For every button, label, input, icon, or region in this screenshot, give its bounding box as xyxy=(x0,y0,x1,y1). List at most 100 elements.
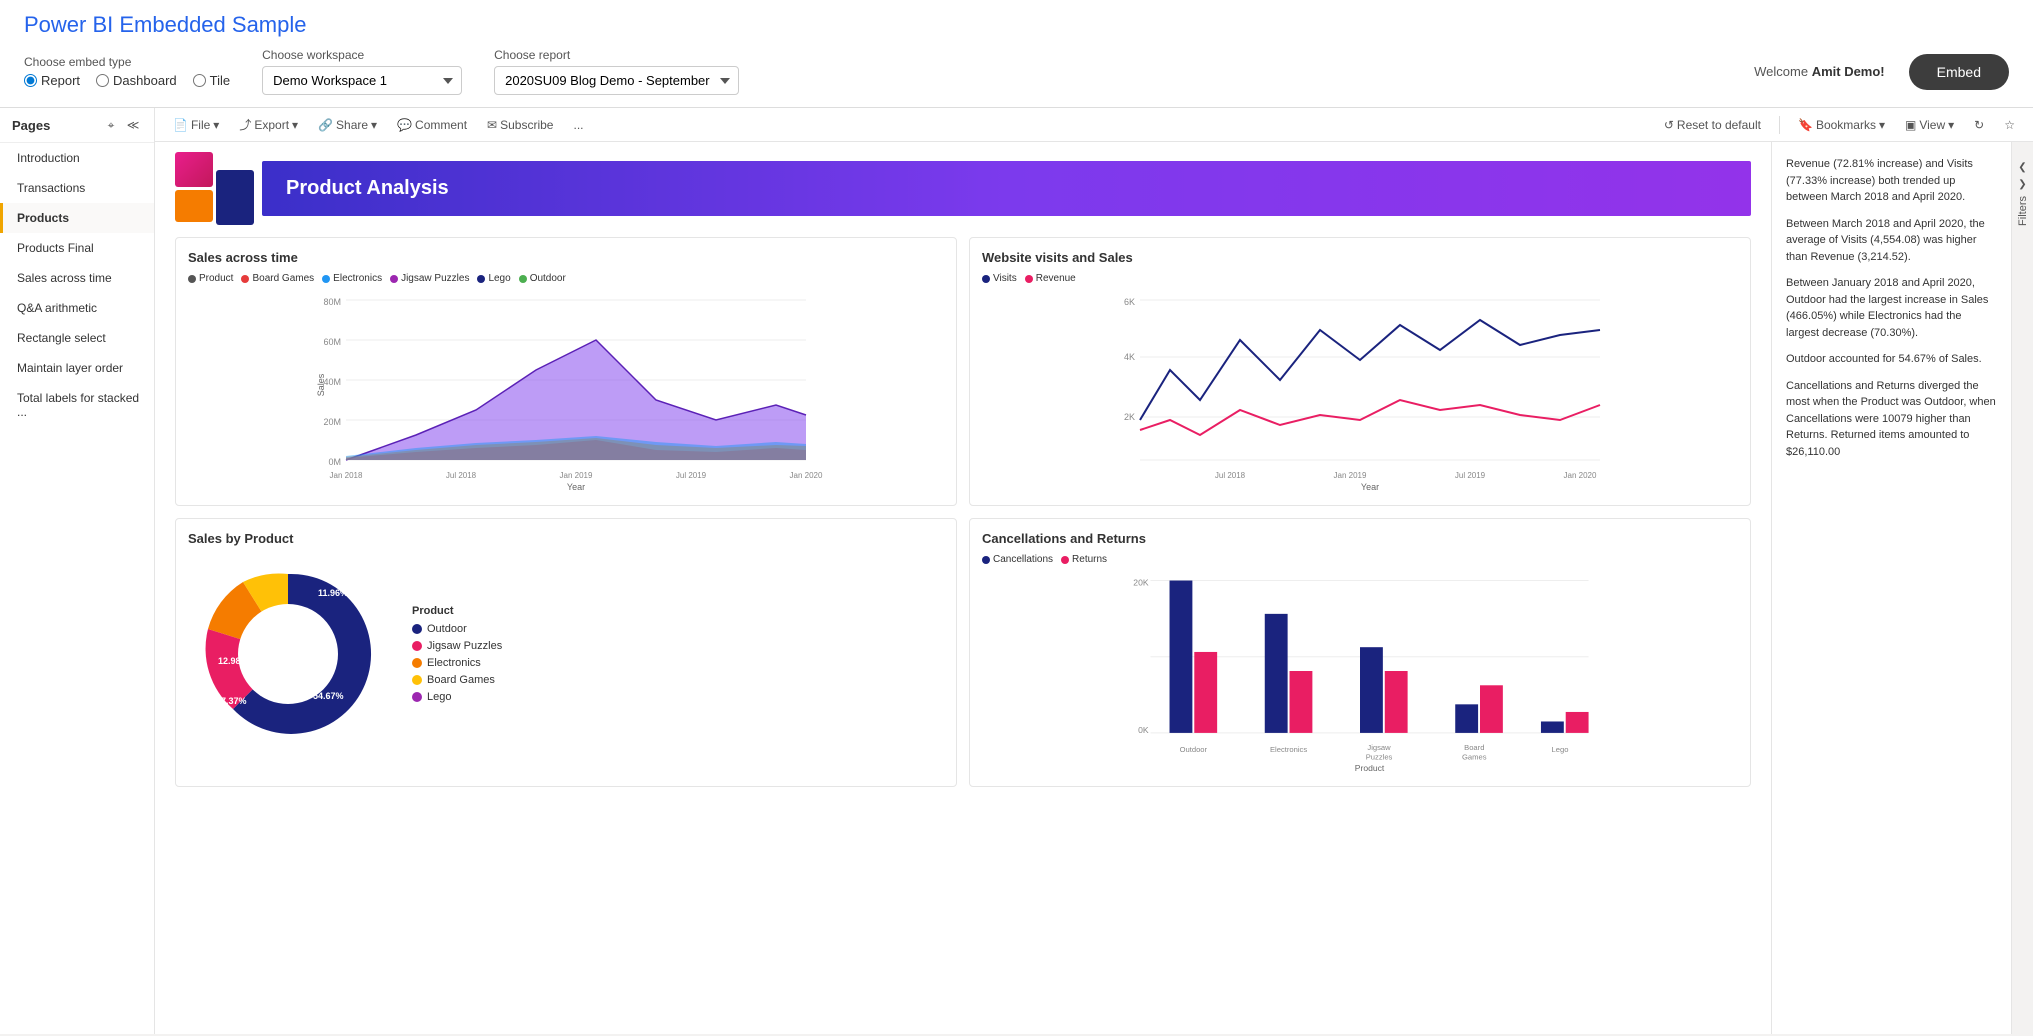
embed-type-left: Choose embed type Report Dashboard Tile xyxy=(24,48,739,95)
board-games-label: Board Games xyxy=(427,674,495,686)
bar-outdoor-cancel xyxy=(1170,581,1193,733)
reset-label: Reset to default xyxy=(1677,118,1761,132)
legend-electronics-label: Electronics xyxy=(333,273,382,284)
more-button[interactable]: ... xyxy=(567,114,589,136)
report-area: 📄 File ▾ ⤴ Export ▾ 🔗 Share ▾ 💬 Comment … xyxy=(155,108,2033,1034)
svg-text:Jan 2019: Jan 2019 xyxy=(1334,471,1367,480)
lego-dot xyxy=(412,692,422,702)
cancellations-chart: Cancellations and Returns Cancellations … xyxy=(969,518,1751,787)
share-button[interactable]: 🔗 Share ▾ xyxy=(312,114,383,136)
visits-legend: Visits Revenue xyxy=(982,273,1738,284)
radio-tile-input[interactable] xyxy=(193,74,206,87)
svg-text:0M: 0M xyxy=(328,457,341,467)
sales-chart-title: Sales across time xyxy=(188,250,944,265)
sidebar-item-total-labels[interactable]: Total labels for stacked ... xyxy=(0,383,154,427)
bar-boardgames-return xyxy=(1480,685,1503,733)
report-inner: Product Analysis Sales across time Produ… xyxy=(155,142,1771,1034)
product-analysis-header: Product Analysis xyxy=(262,161,1751,216)
view-button[interactable]: ▣ View ▾ xyxy=(1899,114,1960,136)
comment-label: Comment xyxy=(415,118,467,132)
bar-outdoor-return xyxy=(1194,652,1217,733)
bookmarks-chevron: ▾ xyxy=(1879,118,1885,132)
board-games-dot xyxy=(412,675,422,685)
file-chevron: ▾ xyxy=(213,118,219,132)
website-visits-chart: Website visits and Sales Visits Revenue xyxy=(969,237,1751,506)
embed-type-section: Choose embed type Report Dashboard Tile xyxy=(24,55,230,88)
svg-text:40M: 40M xyxy=(323,377,341,387)
visits-svg: 6K 4K 2K xyxy=(982,290,1738,490)
bar-lego-return xyxy=(1566,712,1589,733)
legend-electronics: Electronics xyxy=(412,657,502,669)
filters-panel[interactable]: ❮ ❯ Filters xyxy=(2011,142,2033,1034)
refresh-button[interactable]: ↻ xyxy=(1968,114,1990,136)
legend-outdoor: Outdoor xyxy=(412,623,502,635)
top-right: Welcome Amit Demo! Embed xyxy=(1754,54,2009,90)
sidebar-item-introduction[interactable]: Introduction xyxy=(0,143,154,173)
sidebar-item-products[interactable]: Products xyxy=(0,203,154,233)
subscribe-button[interactable]: ✉ Subscribe xyxy=(481,114,559,136)
legend-product: Product xyxy=(188,273,233,284)
sidebar-item-rectangle-select[interactable]: Rectangle select xyxy=(0,323,154,353)
comment-button[interactable]: 💬 Comment xyxy=(391,114,473,136)
bar-lego-cancel xyxy=(1541,721,1564,732)
sidebar-item-introduction-label: Introduction xyxy=(17,151,80,165)
sidebar-item-maintain-layer-order[interactable]: Maintain layer order xyxy=(0,353,154,383)
svg-text:4K: 4K xyxy=(1124,352,1135,362)
radio-report-input[interactable] xyxy=(24,74,37,87)
export-button[interactable]: ⤴ Export ▾ xyxy=(233,112,304,137)
cancellations-dot xyxy=(982,556,990,564)
embed-button[interactable]: Embed xyxy=(1909,54,2009,90)
workspace-select[interactable]: Demo Workspace 1 xyxy=(262,66,462,95)
legend-jigsaw-label: Jigsaw Puzzles xyxy=(401,273,469,284)
radio-tile[interactable]: Tile xyxy=(193,73,230,88)
svg-text:54.67%: 54.67% xyxy=(313,691,344,701)
legend-product-label: Product xyxy=(199,273,233,284)
svg-text:0K: 0K xyxy=(1138,725,1149,735)
bookmark-icon: 🔖 xyxy=(1798,118,1813,132)
sidebar-item-products-label: Products xyxy=(17,211,69,225)
sidebar-item-qa-arithmetic[interactable]: Q&A arithmetic xyxy=(0,293,154,323)
legend-jigsaw: Jigsaw Puzzles xyxy=(412,640,502,652)
svg-text:Jan 2020: Jan 2020 xyxy=(790,471,823,480)
cursor-icon[interactable]: ⌖ xyxy=(102,116,120,134)
sidebar-item-rectangle-select-label: Rectangle select xyxy=(17,331,106,345)
sidebar-item-transactions[interactable]: Transactions xyxy=(0,173,154,203)
report-title: Product Analysis xyxy=(286,177,449,199)
cancellations-title: Cancellations and Returns xyxy=(982,531,1738,546)
export-icon: ⤴ xyxy=(239,116,251,133)
insight-4: Outdoor accounted for 54.67% of Sales. xyxy=(1786,351,1997,368)
svg-text:Lego: Lego xyxy=(1552,745,1569,754)
sidebar-icons: ⌖ ≪ xyxy=(102,116,142,134)
star-icon: ☆ xyxy=(2004,118,2015,132)
report-select[interactable]: 2020SU09 Blog Demo - September xyxy=(494,66,739,95)
view-chevron: ▾ xyxy=(1948,118,1954,132)
svg-text:20M: 20M xyxy=(323,417,341,427)
file-button[interactable]: 📄 File ▾ xyxy=(167,114,225,136)
embed-type-row: Choose embed type Report Dashboard Tile xyxy=(24,48,2009,95)
reset-button[interactable]: ↺ Reset to default xyxy=(1658,114,1767,136)
star-button[interactable]: ☆ xyxy=(1998,114,2021,136)
electronics-dot xyxy=(412,658,422,668)
legend-cancellations: Cancellations xyxy=(982,554,1053,565)
donut-legend: Product Outdoor Jigsaw Puzzles xyxy=(412,605,502,703)
sidebar-item-sales-across-time[interactable]: Sales across time xyxy=(0,263,154,293)
bar-boardgames-cancel xyxy=(1455,704,1478,733)
collapse-icon[interactable]: ≪ xyxy=(124,116,142,134)
legend-product-dot xyxy=(188,275,196,283)
sidebar-item-products-final[interactable]: Products Final xyxy=(0,233,154,263)
bookmarks-button[interactable]: 🔖 Bookmarks ▾ xyxy=(1792,114,1891,136)
reset-icon: ↺ xyxy=(1664,118,1674,132)
insight-5: Cancellations and Returns diverged the m… xyxy=(1786,378,1997,461)
radio-dashboard-label: Dashboard xyxy=(113,73,177,88)
report-toolbar: 📄 File ▾ ⤴ Export ▾ 🔗 Share ▾ 💬 Comment … xyxy=(155,108,2033,142)
svg-text:Sales: Sales xyxy=(316,373,326,396)
radio-group: Report Dashboard Tile xyxy=(24,73,230,88)
svg-text:Puzzles: Puzzles xyxy=(1366,753,1393,762)
separator-1 xyxy=(1779,116,1780,134)
radio-dashboard-input[interactable] xyxy=(96,74,109,87)
legend-board-games: Board Games xyxy=(412,674,502,686)
radio-dashboard[interactable]: Dashboard xyxy=(96,73,177,88)
svg-text:6K: 6K xyxy=(1124,297,1135,307)
radio-report[interactable]: Report xyxy=(24,73,80,88)
svg-text:Board: Board xyxy=(1464,743,1484,752)
